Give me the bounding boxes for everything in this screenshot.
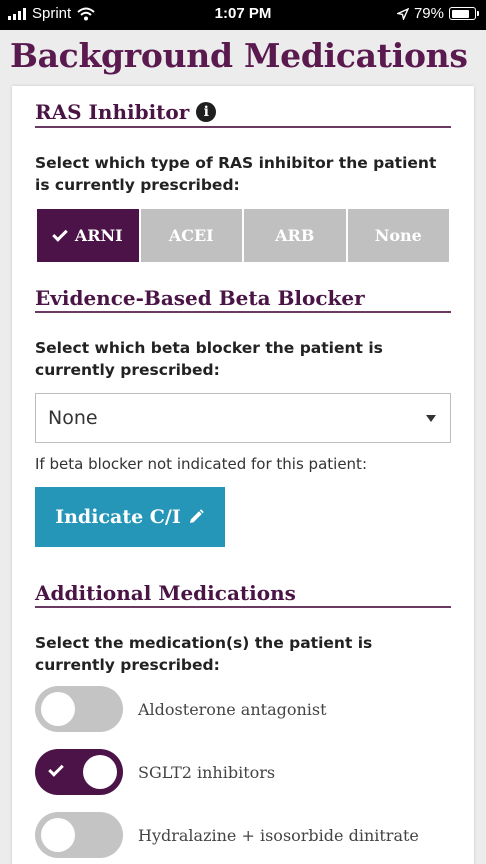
additional-prompt: Select the medication(s) the patient is …	[35, 634, 373, 674]
toggle-row-hydralazine: Hydralazine + isosorbide dinitrate	[35, 812, 419, 858]
sglt2-toggle[interactable]	[35, 749, 123, 795]
chevron-down-icon	[426, 415, 436, 422]
ras-option-label: None	[374, 226, 422, 245]
pencil-icon	[189, 509, 204, 523]
ras-section-divider	[35, 126, 451, 128]
aldosterone-toggle[interactable]	[35, 686, 123, 732]
ras-section-title: RAS Inhibitor i	[35, 100, 217, 124]
status-bar: Sprint 1:07 PM 79%	[0, 0, 486, 30]
ras-option-label: ARNI	[74, 226, 123, 245]
check-icon	[52, 225, 68, 242]
ras-option-label: ARB	[275, 226, 315, 245]
ras-option-acei[interactable]: ACEI	[140, 209, 242, 262]
indicate-ci-button[interactable]: Indicate C/I	[35, 487, 225, 547]
battery-icon	[449, 7, 479, 20]
beta-prompt: Select which beta blocker the patient is…	[35, 339, 383, 379]
beta-title-text: Evidence-Based Beta Blocker	[35, 286, 365, 310]
aldosterone-label: Aldosterone antagonist	[138, 699, 327, 719]
ras-segmented-control: ARNI ACEI ARB None	[37, 209, 449, 262]
ras-prompt: Select which type of RAS inhibitor the p…	[35, 154, 437, 194]
toggle-row-sglt2: SGLT2 inhibitors	[35, 749, 275, 795]
beta-select-value: None	[48, 407, 98, 429]
location-icon	[396, 7, 409, 20]
toggle-knob	[83, 755, 117, 789]
beta-helper-text: If beta blocker not indicated for this p…	[35, 455, 367, 473]
additional-section-divider	[35, 606, 451, 608]
beta-section-title: Evidence-Based Beta Blocker	[35, 286, 365, 310]
ras-option-arni[interactable]: ARNI	[37, 209, 139, 262]
page-title: Background Medications	[10, 36, 468, 75]
sglt2-label: SGLT2 inhibitors	[138, 762, 276, 782]
beta-blocker-select[interactable]: None	[35, 393, 451, 443]
indicate-ci-label: Indicate C/I	[55, 506, 181, 528]
check-icon	[48, 761, 64, 777]
additional-title-text: Additional Medications	[35, 581, 296, 605]
toggle-row-aldosterone: Aldosterone antagonist	[35, 686, 327, 732]
ras-option-none[interactable]: None	[347, 209, 449, 262]
hydralazine-toggle[interactable]	[35, 812, 123, 858]
toggle-knob	[41, 692, 75, 726]
beta-section-divider	[35, 311, 451, 313]
additional-section-title: Additional Medications	[35, 581, 296, 605]
battery-percent: 79%	[413, 5, 444, 22]
ras-title-text: RAS Inhibitor	[35, 100, 190, 124]
ras-option-label: ACEI	[168, 226, 214, 245]
info-icon[interactable]: i	[196, 102, 217, 122]
content-card	[12, 86, 474, 864]
status-right: 79%	[396, 5, 479, 22]
ras-option-arb[interactable]: ARB	[244, 209, 346, 262]
hydralazine-label: Hydralazine + isosorbide dinitrate	[138, 825, 419, 845]
toggle-knob	[41, 818, 75, 852]
